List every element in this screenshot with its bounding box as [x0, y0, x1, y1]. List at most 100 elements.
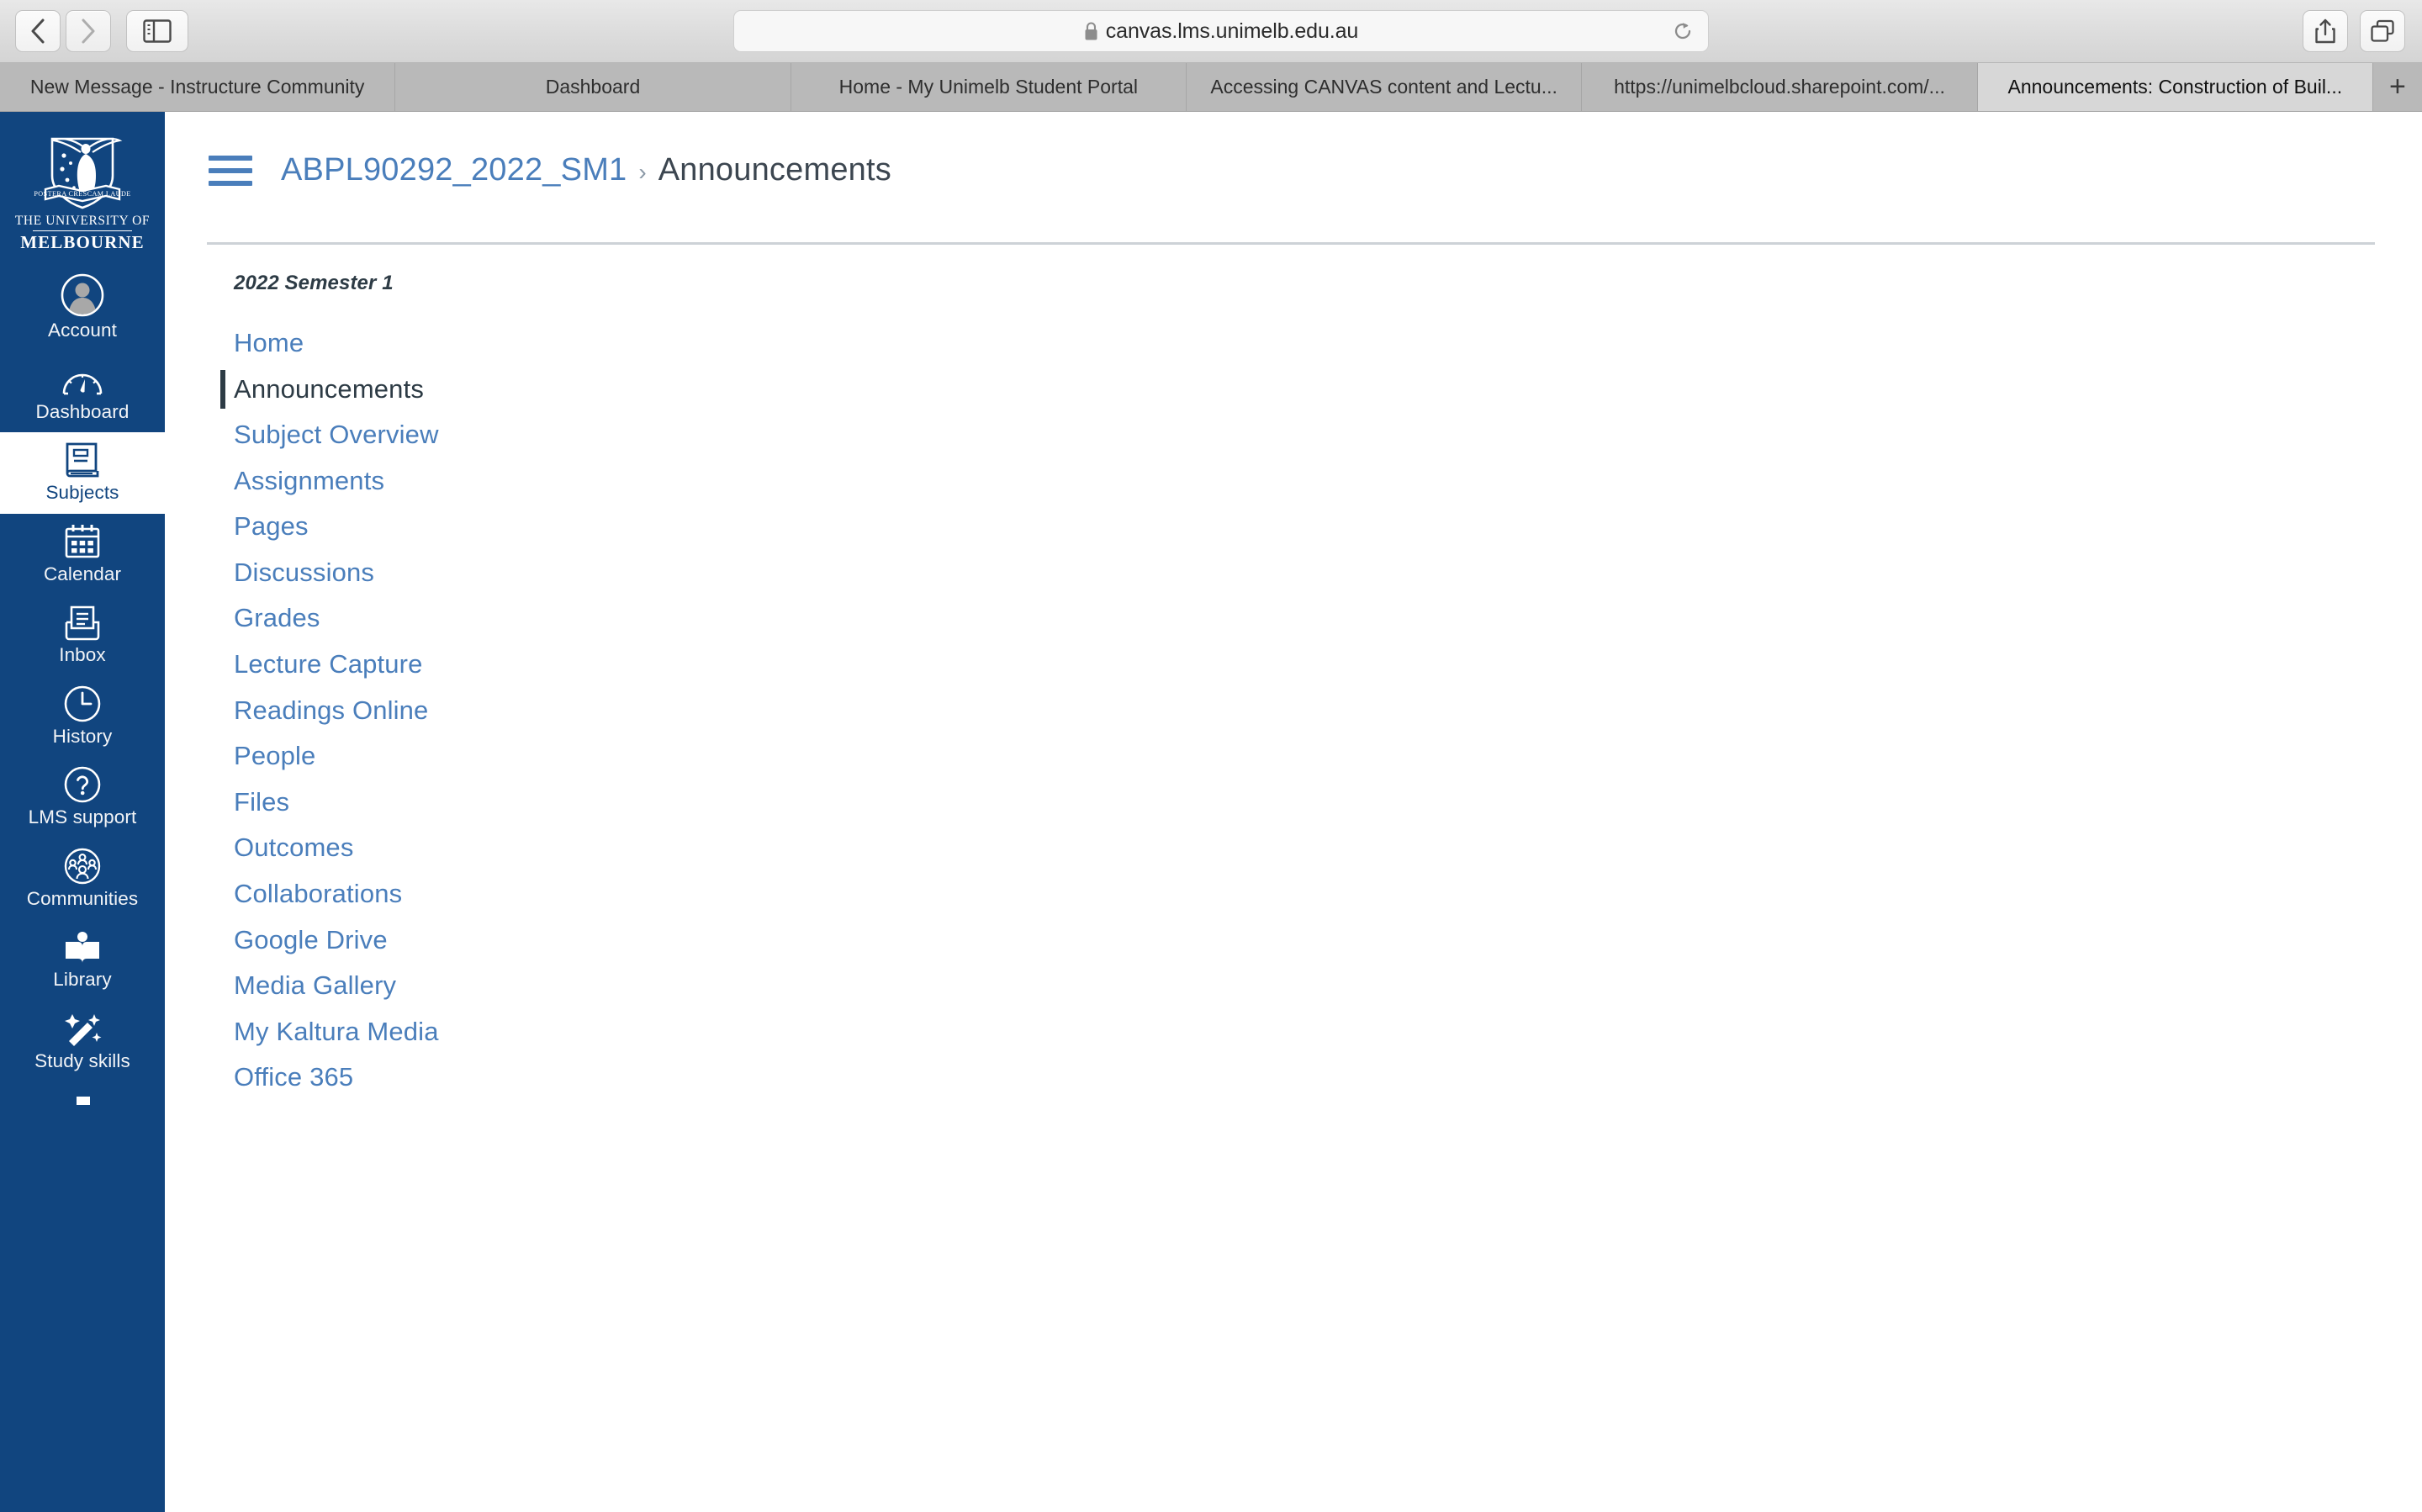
global-nav-item-inbox[interactable]: Inbox: [0, 595, 165, 676]
share-button[interactable]: [2303, 10, 2348, 52]
partial-icon: [77, 1097, 90, 1106]
tab-strip: New Message - Instructure Community Dash…: [0, 63, 2422, 112]
magic-wand-icon: [62, 1011, 103, 1048]
course-nav-item-google-drive[interactable]: Google Drive: [234, 917, 439, 964]
global-nav-label: Inbox: [59, 644, 106, 666]
course-nav-item-collaborations[interactable]: Collaborations: [234, 871, 439, 917]
brand-line-1: THE UNIVERSITY OF: [14, 214, 151, 228]
tab-title: Home - My Unimelb Student Portal: [838, 76, 1138, 98]
breadcrumb-row: ABPL90292_2022_SM1 › Announcements: [209, 152, 891, 188]
course-navigation-menu: 2022 Semester 1 Home Announcements Subje…: [165, 272, 439, 1101]
course-nav-item-grades[interactable]: Grades: [234, 595, 439, 642]
course-nav-item-home[interactable]: Home: [234, 320, 439, 367]
global-navigation: POSTERA CRESCAM LAUDE THE UNIVERSITY OF …: [0, 112, 165, 1512]
global-nav-label: Account: [48, 320, 117, 341]
back-button[interactable]: [15, 10, 61, 52]
global-nav-item-study-skills[interactable]: Study skills: [0, 1001, 165, 1082]
inbox-icon: [61, 605, 103, 642]
global-nav-item-lms-support[interactable]: LMS support: [0, 757, 165, 838]
forward-button[interactable]: [66, 10, 111, 52]
address-bar-container: canvas.lms.unimelb.edu.au: [733, 10, 1709, 52]
user-avatar-icon: [61, 274, 104, 317]
lock-icon: [1085, 21, 1097, 40]
address-text[interactable]: canvas.lms.unimelb.edu.au: [1106, 19, 1359, 44]
course-nav-item-pages[interactable]: Pages: [234, 504, 439, 550]
reload-icon: [1674, 23, 1691, 40]
browser-chrome: canvas.lms.unimelb.edu.au: [0, 0, 2422, 63]
course-nav-item-subject-overview[interactable]: Subject Overview: [234, 412, 439, 458]
hamburger-bar: [209, 180, 252, 186]
university-logo[interactable]: POSTERA CRESCAM LAUDE THE UNIVERSITY OF …: [0, 112, 165, 251]
breadcrumb-course-link[interactable]: ABPL90292_2022_SM1: [281, 152, 627, 188]
global-nav-label: Communities: [26, 887, 139, 909]
global-nav-item-account[interactable]: Account: [0, 270, 165, 352]
chrome-right-buttons: [2303, 10, 2405, 52]
global-nav-label: LMS support: [28, 806, 137, 828]
browser-tab[interactable]: Dashboard: [395, 63, 791, 111]
new-tab-button[interactable]: +: [2372, 63, 2422, 111]
tab-title: Announcements: Construction of Buil...: [2007, 76, 2343, 98]
address-bar[interactable]: canvas.lms.unimelb.edu.au: [733, 10, 1709, 52]
browser-tab[interactable]: Accessing CANVAS content and Lectu...: [1186, 63, 1583, 111]
hamburger-bar: [209, 155, 252, 161]
copy-tabs-icon: [2371, 19, 2394, 42]
course-nav-item-announcements[interactable]: Announcements: [220, 367, 439, 413]
course-nav-item-lecture-capture[interactable]: Lecture Capture: [234, 642, 439, 688]
course-nav-item-readings-online[interactable]: Readings Online: [234, 688, 439, 734]
sidebar-toggle-button[interactable]: [126, 10, 188, 52]
global-nav-item-subjects[interactable]: Subjects: [0, 432, 165, 514]
course-nav-item-office-365[interactable]: Office 365: [234, 1055, 439, 1101]
tab-title: https://unimelbcloud.sharepoint.com/...: [1614, 76, 1945, 98]
global-nav-item-history[interactable]: History: [0, 676, 165, 758]
people-circle-icon: [62, 848, 103, 886]
breadcrumb-current-page: Announcements: [658, 152, 891, 188]
course-nav-item-files[interactable]: Files: [234, 780, 439, 826]
global-nav-item-communities[interactable]: Communities: [0, 838, 165, 920]
course-nav-item-people[interactable]: People: [234, 733, 439, 780]
chevron-right-icon: [82, 19, 95, 44]
clock-icon: [63, 685, 102, 723]
course-nav-item-assignments[interactable]: Assignments: [234, 458, 439, 505]
browser-tab[interactable]: New Message - Instructure Community: [0, 63, 396, 111]
course-nav-item-my-kaltura-media[interactable]: My Kaltura Media: [234, 1009, 439, 1055]
global-nav-label: History: [52, 725, 113, 747]
course-nav-item-outcomes[interactable]: Outcomes: [234, 825, 439, 871]
svg-text:POSTERA CRESCAM LAUDE: POSTERA CRESCAM LAUDE: [34, 190, 130, 198]
chevron-left-icon: [31, 19, 45, 44]
browser-tab[interactable]: https://unimelbcloud.sharepoint.com/...: [1582, 63, 1978, 111]
tab-overview-button[interactable]: [2360, 10, 2405, 52]
calendar-icon: [62, 524, 103, 561]
gauge-icon: [61, 362, 103, 399]
course-nav-item-media-gallery[interactable]: Media Gallery: [234, 963, 439, 1009]
global-nav-item-partial[interactable]: [0, 1085, 165, 1106]
browser-tab[interactable]: Home - My Unimelb Student Portal: [791, 63, 1187, 111]
global-nav-label: Dashboard: [35, 400, 130, 422]
share-icon: [2315, 19, 2335, 44]
breadcrumb: ABPL90292_2022_SM1 › Announcements: [281, 152, 891, 188]
brand-line-2: MELBOURNE: [20, 232, 145, 253]
open-book-icon: [62, 929, 103, 966]
navigation-buttons: [15, 10, 188, 52]
brand-divider: [33, 230, 132, 232]
global-nav-label: Subjects: [45, 482, 119, 504]
global-nav-label: Library: [53, 969, 112, 991]
term-label: 2022 Semester 1: [234, 272, 394, 294]
question-circle-icon: [63, 767, 102, 804]
university-crest-icon: POSTERA CRESCAM LAUDE: [34, 137, 130, 209]
tab-title: Accessing CANVAS content and Lectu...: [1210, 76, 1557, 98]
global-nav-label: Calendar: [43, 563, 122, 584]
course-nav-item-discussions[interactable]: Discussions: [234, 550, 439, 596]
global-nav-item-calendar[interactable]: Calendar: [0, 514, 165, 595]
hamburger-bar: [209, 167, 252, 173]
header-divider: [207, 242, 2375, 245]
plus-icon: +: [2389, 71, 2406, 103]
global-nav-item-library[interactable]: Library: [0, 919, 165, 1001]
browser-tab-active[interactable]: Announcements: Construction of Buil...: [1977, 63, 2373, 111]
main-content: ABPL90292_2022_SM1 › Announcements 2022 …: [165, 112, 2422, 1512]
reload-button[interactable]: [1666, 14, 1700, 48]
global-nav-item-dashboard[interactable]: Dashboard: [0, 352, 165, 433]
global-nav-label: Study skills: [34, 1049, 130, 1071]
sidebar-icon: [143, 19, 172, 43]
course-menu-toggle-icon[interactable]: [209, 155, 252, 186]
book-icon: [62, 442, 103, 479]
